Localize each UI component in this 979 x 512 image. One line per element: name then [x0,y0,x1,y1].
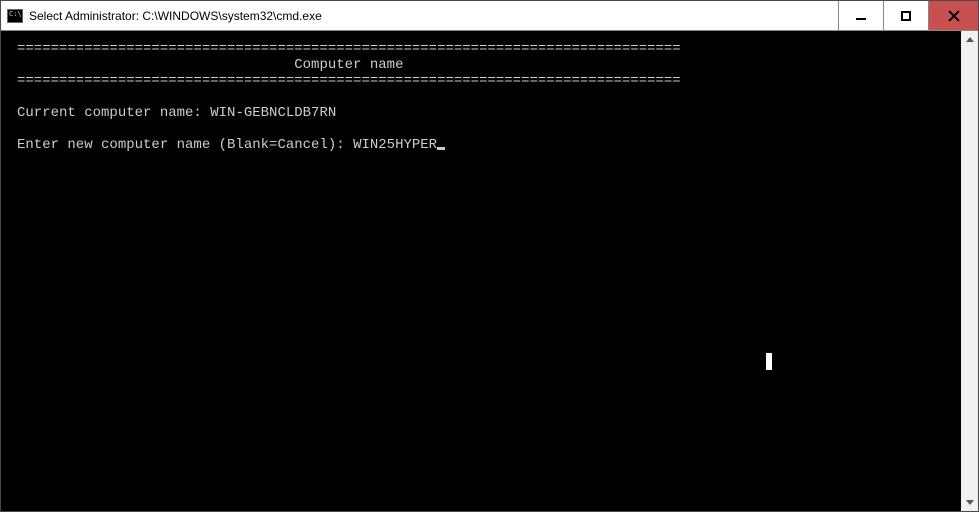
vertical-scrollbar[interactable] [961,31,978,511]
window-titlebar[interactable]: Select Administrator: C:\WINDOWS\system3… [1,1,978,31]
new-name-prompt: Enter new computer name (Blank=Cancel): [17,137,353,153]
divider-bottom: ========================================… [17,73,681,89]
minimize-icon [856,18,866,20]
section-header: Computer name [294,57,403,73]
chevron-up-icon [966,37,974,42]
cmd-icon [7,9,23,23]
mouse-text-cursor [766,353,772,370]
text-cursor [437,147,445,150]
window-title: Select Administrator: C:\WINDOWS\system3… [29,9,838,23]
scroll-up-button[interactable] [961,31,978,48]
new-name-input[interactable]: WIN25HYPER [353,137,437,153]
scrollbar-track[interactable] [961,48,978,494]
close-button[interactable] [928,1,978,30]
divider-top: ========================================… [17,41,681,57]
current-name-value: WIN-GEBNCLDB7RN [210,105,336,121]
console-output[interactable]: ========================================… [1,31,961,511]
maximize-icon [901,11,911,21]
client-area: ========================================… [1,31,978,511]
current-name-label: Current computer name: [17,105,210,121]
scroll-down-button[interactable] [961,494,978,511]
chevron-down-icon [966,500,974,505]
close-icon [948,10,960,22]
maximize-button[interactable] [883,1,928,30]
section-header-pad [17,57,294,73]
minimize-button[interactable] [838,1,883,30]
window-controls [838,1,978,30]
